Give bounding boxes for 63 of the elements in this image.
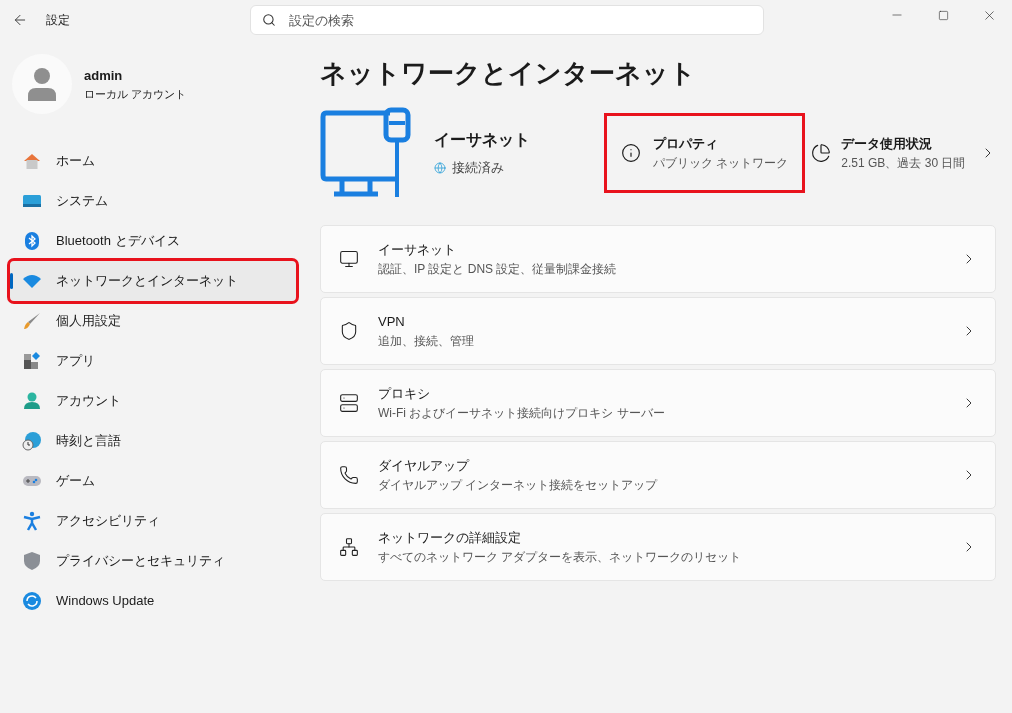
- properties-title: プロパティ: [653, 135, 719, 154]
- network-icon: [339, 537, 359, 557]
- nav-item[interactable]: 個人用設定: [10, 301, 296, 341]
- nav-item[interactable]: プライバシーとセキュリティ: [10, 541, 296, 581]
- data-usage-amount: 2.51 GB、過去 30 日間: [841, 154, 966, 172]
- card-title: イーサネット: [378, 241, 457, 260]
- person-silhouette-icon: [27, 67, 57, 101]
- card-title: ダイヤルアップ: [378, 457, 471, 476]
- card-description: ダイヤルアップ インターネット接続をセットアップ: [378, 476, 658, 494]
- connection-status: 接続済み: [452, 159, 504, 178]
- card-description: 追加、接続、管理: [378, 332, 474, 350]
- brush-icon: [22, 311, 42, 331]
- nav-item[interactable]: ホーム: [10, 141, 296, 181]
- info-icon: [621, 143, 641, 163]
- settings-card[interactable]: VPN 追加、接続、管理: [320, 297, 996, 365]
- card-title: VPN: [378, 313, 406, 332]
- globe-icon: [434, 162, 446, 174]
- settings-card[interactable]: イーサネット 認証、IP 設定と DNS 設定、従量制課金接続: [320, 225, 996, 293]
- search-icon: [262, 13, 276, 27]
- nav-item[interactable]: ネットワークとインターネット: [10, 261, 296, 301]
- person-icon: [22, 391, 42, 411]
- shield-icon: [22, 551, 42, 571]
- settings-card[interactable]: ネットワークの詳細設定 すべてのネットワーク アダプターを表示、ネットワークのリセット: [320, 513, 996, 581]
- card-description: 認証、IP 設定と DNS 設定、従量制課金接続: [378, 260, 617, 278]
- monitor-icon: [339, 249, 359, 269]
- restore-icon: [937, 9, 949, 21]
- account-type: ローカル アカウント: [84, 86, 187, 102]
- server-icon: [339, 393, 359, 413]
- window-title: 設定: [46, 12, 70, 29]
- refresh-icon: [22, 591, 42, 611]
- selection-indicator: [10, 273, 13, 289]
- card-title: ネットワークの詳細設定: [378, 529, 522, 548]
- nav-item[interactable]: Bluetooth とデバイス: [10, 221, 296, 261]
- nav-item[interactable]: アカウント: [10, 381, 296, 421]
- back-icon[interactable]: [12, 12, 28, 28]
- pie-chart-icon: [811, 143, 832, 163]
- house-icon: [22, 151, 42, 171]
- bluetooth-icon: [22, 231, 42, 251]
- apps-icon: [22, 351, 42, 371]
- nav-item[interactable]: システム: [10, 181, 296, 221]
- card-description: すべてのネットワーク アダプターを表示、ネットワークのリセット: [378, 548, 742, 566]
- nav-item[interactable]: Windows Update: [10, 581, 296, 621]
- user-name: admin: [84, 67, 124, 85]
- search-field[interactable]: 設定の検索: [250, 5, 764, 35]
- data-usage-title: データ使用状況: [841, 135, 934, 154]
- phone-icon: [339, 465, 359, 485]
- data-usage-button[interactable]: データ使用状況 2.51 GB、過去 30 日間: [811, 134, 996, 172]
- connection-name: イーサネット: [434, 130, 531, 151]
- card-title: プロキシ: [378, 385, 431, 404]
- accessibility-icon: [22, 511, 42, 531]
- card-description: Wi-Fi およびイーサネット接続向けプロキシ サーバー: [378, 404, 665, 422]
- nav-item[interactable]: アプリ: [10, 341, 296, 381]
- settings-card[interactable]: プロキシ Wi-Fi およびイーサネット接続向けプロキシ サーバー: [320, 369, 996, 437]
- nav-item[interactable]: アクセシビリティ: [10, 501, 296, 541]
- monitor-cable-icon: [320, 107, 414, 199]
- page-title: ネットワークとインターネット: [320, 57, 697, 90]
- network-type: パブリック ネットワーク: [653, 154, 789, 172]
- settings-card[interactable]: ダイヤルアップ ダイヤルアップ インターネット接続をセットアップ: [320, 441, 996, 509]
- globe-clock-icon: [22, 431, 42, 451]
- shield-icon: [339, 321, 359, 341]
- nav-item[interactable]: ゲーム: [10, 461, 296, 501]
- properties-button[interactable]: プロパティ パブリック ネットワーク: [604, 113, 806, 193]
- nav-item[interactable]: 時刻と言語: [10, 421, 296, 461]
